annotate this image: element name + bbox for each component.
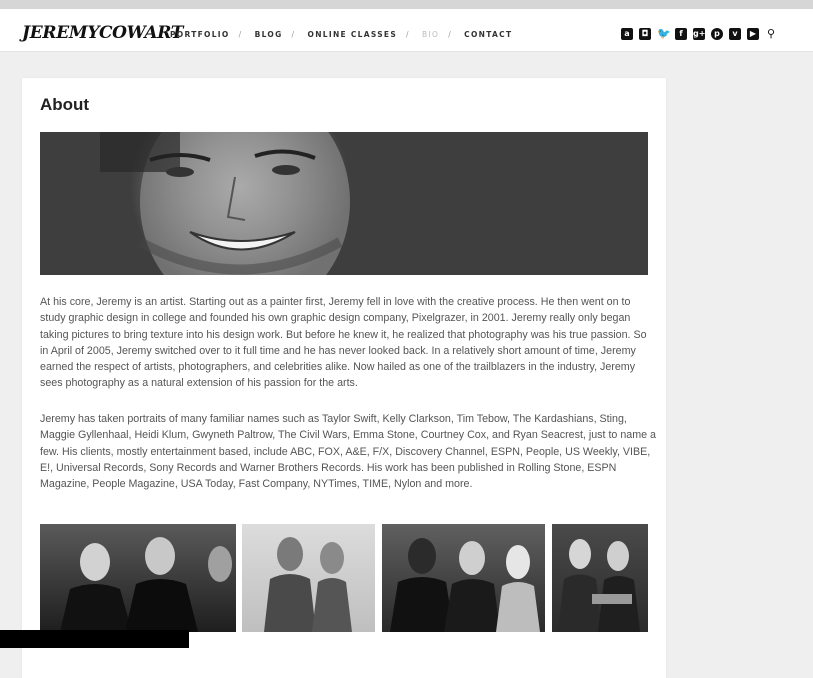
- amazon-icon[interactable]: a: [621, 28, 633, 40]
- social-links: a ◘ 🐦 f g+ p v ▶ ⚲: [621, 28, 783, 41]
- portrait-illustration: [100, 132, 350, 275]
- main-nav: PORTFOLIO / BLOG / ONLINE CLASSES / BIO / CO…: [170, 24, 512, 42]
- gallery-photo[interactable]: [242, 524, 375, 632]
- photo-silhouettes: [60, 537, 232, 632]
- overlay-black-bar: [0, 630, 189, 648]
- site-logo[interactable]: JEREMYCOWART: [22, 23, 183, 43]
- instagram-icon[interactable]: ◘: [639, 28, 651, 40]
- nav-separator: /: [406, 30, 409, 39]
- page-title: About: [40, 95, 90, 114]
- site-header: JEREMYCOWART PORTFOLIO / BLOG / ONLINE CLA…: [0, 9, 813, 52]
- nav-contact[interactable]: CONTACT: [464, 30, 512, 39]
- photo-silhouettes: [390, 538, 540, 632]
- bio-paragraph-1: At his core, Jeremy is an artist. Starti…: [40, 296, 647, 390]
- photo-gallery: [40, 524, 648, 632]
- nav-online-classes[interactable]: ONLINE CLASSES: [308, 30, 398, 39]
- location-pin-icon[interactable]: ⚲: [765, 28, 777, 40]
- vimeo-icon[interactable]: v: [729, 28, 741, 40]
- nav-portfolio[interactable]: PORTFOLIO: [170, 30, 230, 39]
- nav-separator: /: [291, 30, 295, 39]
- hero-portrait-image: [40, 132, 648, 275]
- nav-separator: /: [448, 30, 451, 39]
- pinterest-icon[interactable]: p: [711, 28, 723, 40]
- browser-top-strip: [0, 0, 813, 9]
- nav-separator: /: [238, 30, 242, 39]
- nav-blog[interactable]: BLOG: [255, 30, 283, 39]
- photo-silhouettes: [558, 539, 640, 632]
- bio-paragraph-2: Jeremy has taken portraits of many famil…: [40, 413, 656, 491]
- nav-bio[interactable]: BIO: [422, 30, 439, 39]
- facebook-icon[interactable]: f: [675, 28, 687, 40]
- about-card: About At his core, Jeremy is an artist. …: [22, 78, 666, 678]
- youtube-icon[interactable]: ▶: [747, 28, 759, 40]
- twitter-icon[interactable]: 🐦: [657, 28, 671, 40]
- photo-silhouettes: [264, 537, 352, 632]
- gallery-photo[interactable]: [552, 524, 648, 632]
- google-plus-icon[interactable]: g+: [693, 28, 705, 40]
- gallery-photo[interactable]: [382, 524, 545, 632]
- gallery-photo[interactable]: [40, 524, 236, 632]
